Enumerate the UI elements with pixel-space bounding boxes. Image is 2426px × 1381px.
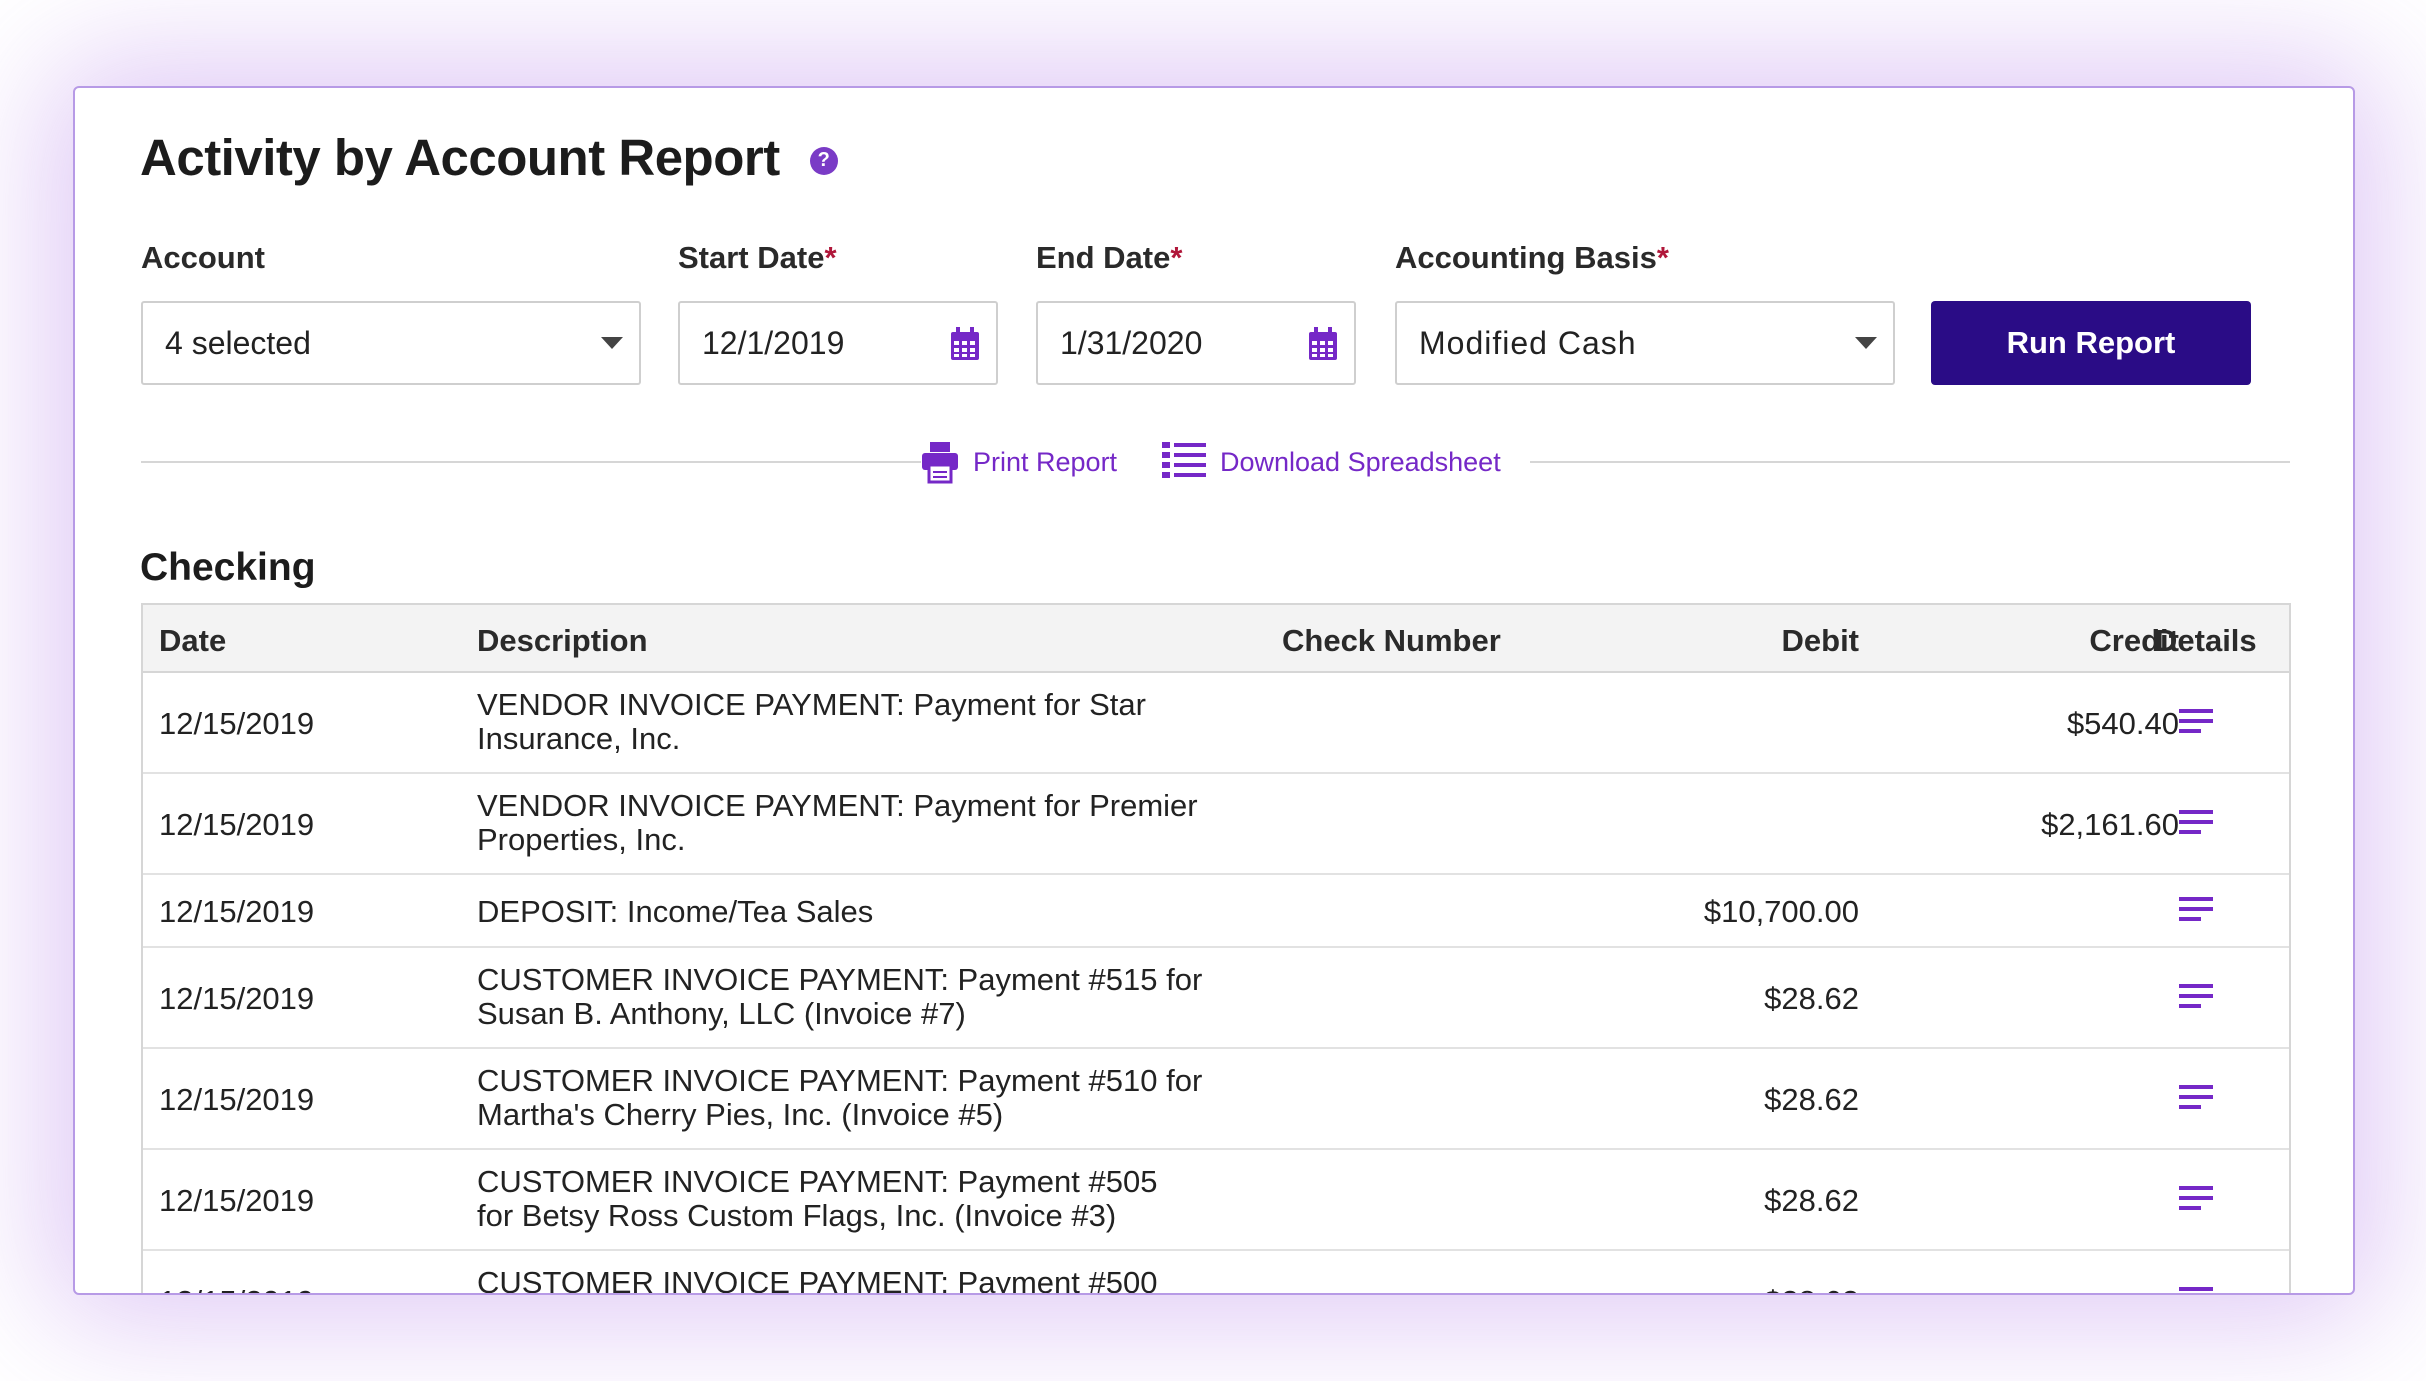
- column-header-debit[interactable]: Debit: [1723, 623, 1860, 659]
- row-date: 12/15/2019: [159, 1183, 315, 1218]
- chevron-down-icon: [601, 337, 623, 349]
- calendar-icon[interactable]: [950, 327, 980, 361]
- row-date: 12/15/2019: [159, 706, 315, 741]
- table-row: 12/15/2019 CUSTOMER INVOICE PAYMENT: Pay…: [143, 1251, 2289, 1295]
- table-row: 12/15/2019 VENDOR INVOICE PAYMENT: Payme…: [143, 673, 2289, 774]
- column-header-date[interactable]: Date: [159, 623, 226, 659]
- row-date: 12/15/2019: [159, 1285, 314, 1294]
- account-label: Account: [141, 240, 265, 275]
- page-title: Activity by Account Report: [140, 129, 780, 186]
- start-date-input[interactable]: 12/1/2019: [678, 301, 998, 385]
- row-description: CUSTOMER INVOICE PAYMENT: Payment #515 f…: [477, 962, 1203, 1031]
- row-description: CUSTOMER INVOICE PAYMENT: Payment #510 f…: [477, 1063, 1203, 1132]
- table-header: Date Description Check Number Debit Cred…: [143, 605, 2289, 673]
- row-credit: $540.40: [2066, 706, 2179, 741]
- row-description: VENDOR INVOICE PAYMENT: Payment for Prem…: [477, 788, 1198, 857]
- divider: [1530, 461, 2290, 463]
- details-icon[interactable]: [2179, 1085, 2213, 1109]
- details-icon[interactable]: [2179, 897, 2213, 921]
- account-select[interactable]: 4 selected: [141, 301, 641, 385]
- table-row: 12/15/2019 CUSTOMER INVOICE PAYMENT: Pay…: [143, 1150, 2289, 1251]
- end-date-value: 1/31/2020: [1060, 324, 1203, 361]
- row-date: 12/15/2019: [159, 894, 315, 929]
- spreadsheet-icon: [1162, 442, 1206, 478]
- row-debit: $28.62: [1543, 1285, 1859, 1294]
- question-circle-icon[interactable]: ?: [809, 146, 838, 175]
- download-spreadsheet-link[interactable]: Download Spreadsheet: [1162, 440, 1501, 484]
- details-icon[interactable]: [2179, 1287, 2213, 1293]
- row-date: 12/15/2019: [159, 981, 315, 1016]
- printer-icon: [922, 442, 958, 484]
- row-debit: $28.62: [1764, 1082, 1859, 1117]
- row-credit: $2,161.60: [2041, 807, 2179, 842]
- row-description: VENDOR INVOICE PAYMENT: Payment for Star…: [477, 687, 1146, 756]
- download-spreadsheet-label: Download Spreadsheet: [1220, 446, 1501, 477]
- run-report-button[interactable]: Run Report: [1931, 301, 2251, 385]
- row-debit: $28.62: [1764, 981, 1859, 1016]
- row-date: 12/15/2019: [159, 1082, 315, 1117]
- start-date-label: Start Date*: [678, 240, 837, 275]
- table-row: 12/15/2019 VENDOR INVOICE PAYMENT: Payme…: [143, 774, 2289, 875]
- end-date-label: End Date*: [1036, 240, 1183, 275]
- table-row: 12/15/2019 DEPOSIT: Income/Tea Sales $10…: [143, 875, 2289, 948]
- row-description: DEPOSIT: Income/Tea Sales: [477, 894, 874, 929]
- title-row: Activity by Account Report ?: [140, 128, 838, 187]
- column-header-description[interactable]: Description: [477, 623, 648, 659]
- start-date-value: 12/1/2019: [702, 324, 845, 361]
- details-icon[interactable]: [2179, 984, 2213, 1008]
- report-card: Activity by Account Report ? Account Sta…: [73, 86, 2355, 1295]
- accounting-basis-label: Accounting Basis*: [1395, 240, 1669, 275]
- column-header-details: Details: [2155, 623, 2257, 658]
- row-date: 12/15/2019: [159, 807, 315, 842]
- row-description: CUSTOMER INVOICE PAYMENT: Payment #500: [477, 1265, 1158, 1295]
- end-date-input[interactable]: 1/31/2020: [1036, 301, 1356, 385]
- chevron-down-icon: [1855, 337, 1877, 349]
- details-icon[interactable]: [2179, 1186, 2213, 1210]
- column-header-check-number[interactable]: Check Number: [1282, 623, 1501, 659]
- table-row: 12/15/2019 CUSTOMER INVOICE PAYMENT: Pay…: [143, 1049, 2289, 1150]
- details-icon[interactable]: [2179, 810, 2213, 834]
- divider: [141, 461, 921, 463]
- table-row: 12/15/2019 CUSTOMER INVOICE PAYMENT: Pay…: [143, 948, 2289, 1049]
- calendar-icon[interactable]: [1308, 327, 1338, 361]
- activity-table: Date Description Check Number Debit Cred…: [141, 603, 2291, 1295]
- row-debit: $28.62: [1764, 1183, 1859, 1218]
- accounting-basis-value: Modified Cash: [1419, 324, 1637, 361]
- row-description: CUSTOMER INVOICE PAYMENT: Payment #505 fo…: [477, 1164, 1158, 1233]
- print-report-link[interactable]: Print Report: [921, 440, 1117, 484]
- print-report-label: Print Report: [973, 446, 1118, 477]
- accounting-basis-select[interactable]: Modified Cash: [1395, 301, 1895, 385]
- row-debit: $10,700.00: [1703, 894, 1859, 929]
- account-select-value: 4 selected: [165, 324, 311, 361]
- details-icon[interactable]: [2179, 709, 2213, 733]
- section-title: Checking: [140, 546, 316, 589]
